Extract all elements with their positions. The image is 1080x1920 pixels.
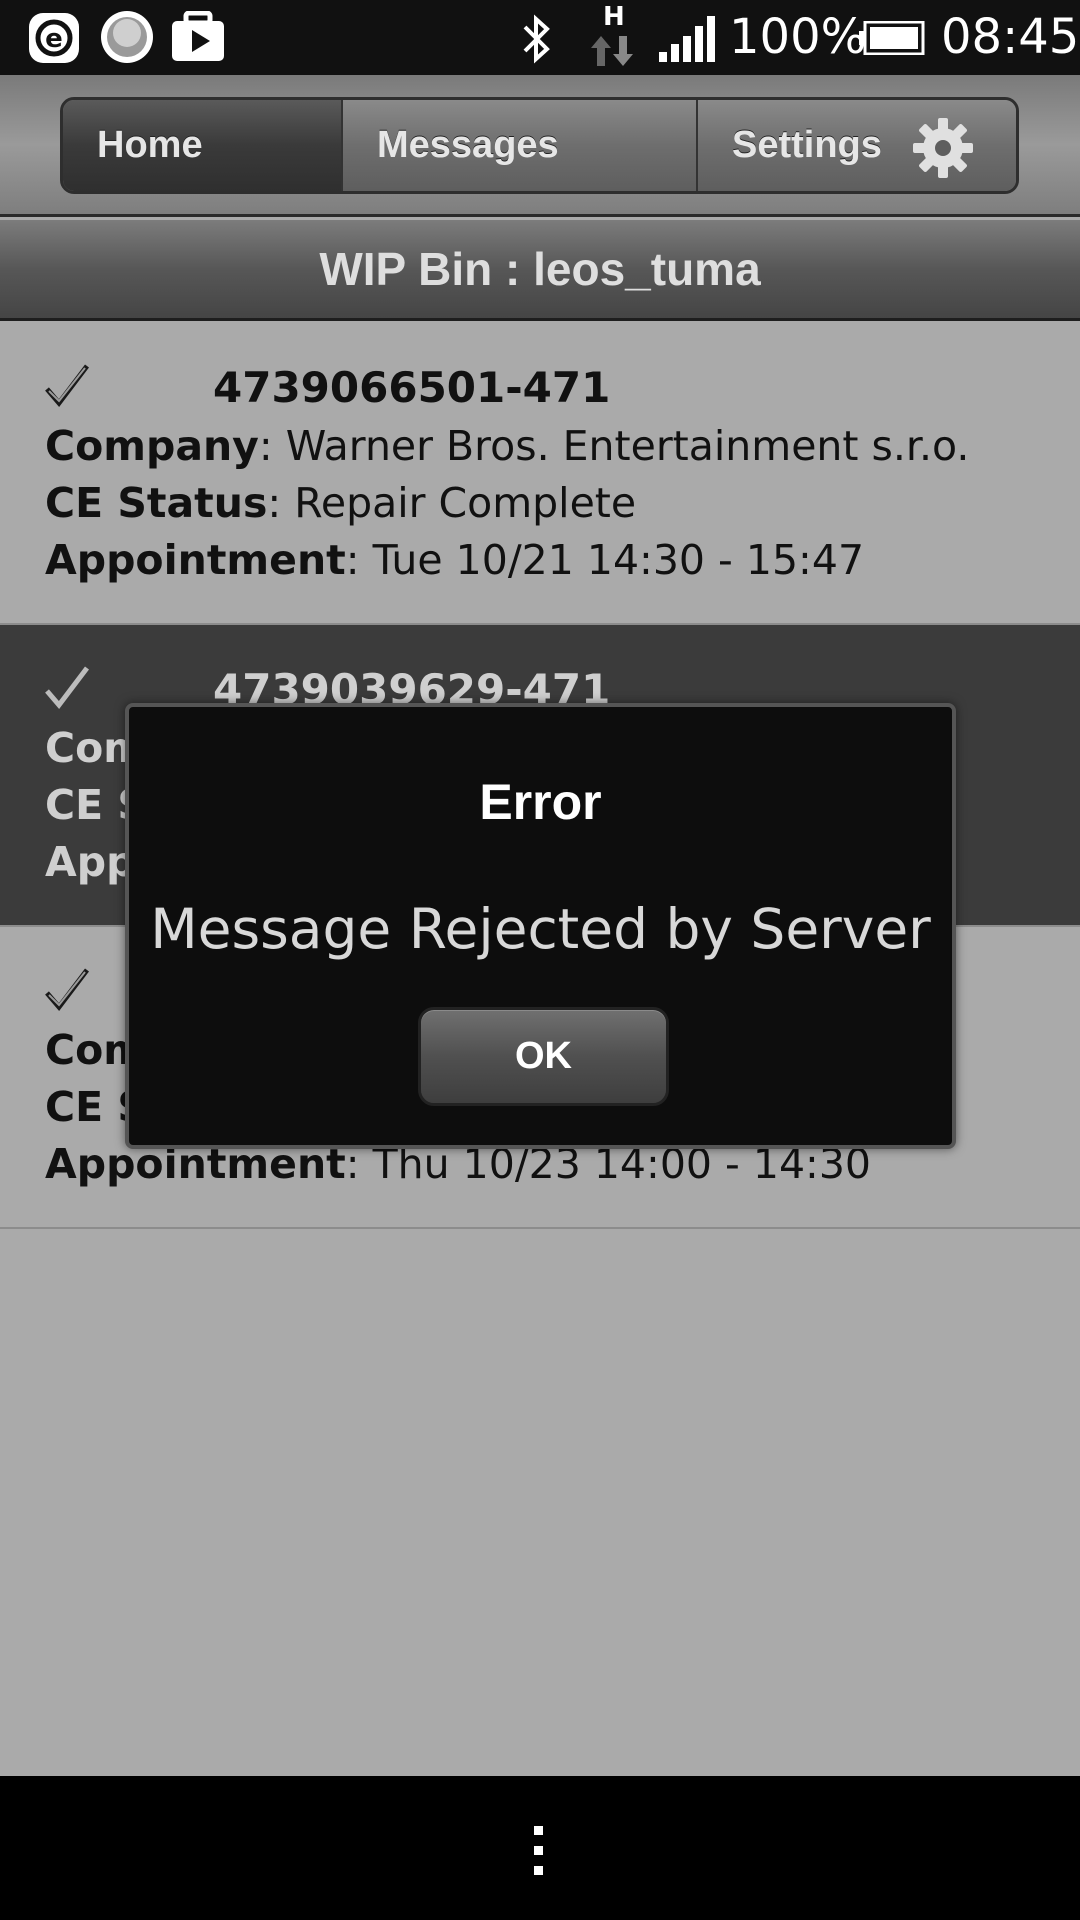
status-bar: e H 100% 08:45 [0, 0, 1080, 75]
appointment-row: App [45, 838, 135, 886]
status-row: CE Status: Repair Complete [45, 479, 636, 527]
checkmark-icon [45, 364, 89, 407]
overflow-menu-icon[interactable] [532, 1826, 546, 1876]
tab-messages[interactable]: Messages [343, 100, 698, 191]
clock: 08:45 [941, 9, 1080, 65]
tab-settings[interactable]: Settings [698, 100, 1016, 191]
data-transfer-icon [591, 36, 633, 66]
battery-percent: 100% [729, 9, 867, 65]
tab-messages-label: Messages [377, 124, 559, 166]
nav-tab-group: Home Messages Settings [60, 97, 1019, 194]
error-dialog: Error Message Rejected by Server OK [125, 703, 956, 1149]
dialog-message: Message Rejected by Server [150, 897, 931, 961]
top-navigation: Home Messages Settings [0, 75, 1080, 217]
play-store-icon [172, 11, 224, 61]
company-label: Company [45, 422, 259, 470]
dialog-title: Error [479, 774, 602, 830]
bottom-navigation-bar [0, 1776, 1080, 1920]
ok-button[interactable]: OK [418, 1007, 669, 1106]
tab-home-label: Home [97, 124, 203, 166]
appointment-label: App [45, 838, 136, 886]
status-label: CE Status [45, 479, 268, 527]
appointment-label: Appointment [45, 536, 346, 584]
signal-icon [659, 16, 715, 62]
battery-icon [859, 21, 925, 55]
bluetooth-icon [523, 14, 550, 64]
checkmark-icon [45, 666, 89, 709]
tab-home[interactable]: Home [63, 100, 343, 191]
appointment-value: : Tue 10/21 14:30 - 15:47 [345, 536, 865, 584]
company-value: : Warner Bros. Entertainment s.r.o. [258, 422, 970, 470]
tab-settings-label: Settings [732, 124, 882, 166]
circle-app-icon [101, 11, 153, 63]
status-value: : Repair Complete [267, 479, 637, 527]
ticket-number: 4739066501-471 [213, 363, 611, 412]
ok-button-label: OK [515, 1035, 572, 1077]
appointment-row: Appointment: Tue 10/21 14:30 - 15:47 [45, 536, 864, 584]
e-browser-icon: e [29, 13, 79, 63]
svg-text:e: e [45, 24, 63, 54]
page-title: WIP Bin : leos_tuma [0, 220, 1080, 321]
checkmark-icon [45, 968, 89, 1011]
gear-icon [913, 118, 973, 178]
company-row: Company: Warner Bros. Entertainment s.r.… [45, 422, 969, 470]
list-item[interactable]: 4739066501-471 Company: Warner Bros. Ent… [0, 323, 1080, 625]
network-type-label: H [603, 2, 625, 32]
